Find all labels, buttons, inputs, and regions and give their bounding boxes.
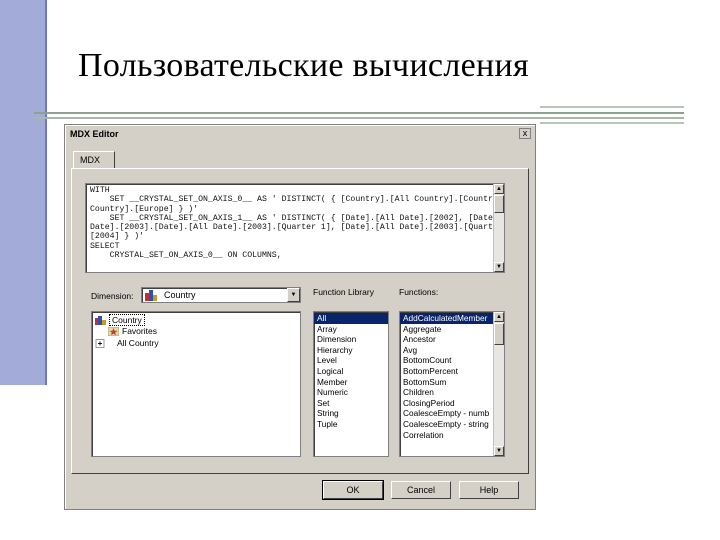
dialog-titlebar: MDX Editor x — [67, 127, 533, 141]
function-library-item[interactable]: Dimension — [314, 334, 388, 345]
function-item[interactable]: BottomSum — [400, 377, 494, 388]
function-library-item[interactable]: Logical — [314, 366, 388, 377]
tab-mdx[interactable]: MDX — [73, 151, 115, 169]
function-library-item[interactable]: Hierarchy — [314, 345, 388, 356]
function-library-item[interactable]: Numeric — [314, 387, 388, 398]
mdx-query-editor[interactable]: WITH SET __CRYSTAL_SET_ON_AXIS_0__ AS ' … — [85, 183, 505, 273]
tree-node-label: All Country — [117, 338, 159, 348]
dimension-label: Dimension: — [91, 291, 134, 301]
slide-title: Пользовательские вычисления — [78, 47, 529, 84]
scroll-up-icon[interactable]: ▲ — [494, 184, 504, 194]
functions-label: Functions: — [399, 287, 439, 297]
scroll-down-icon[interactable]: ▼ — [494, 446, 504, 456]
editor-line[interactable]: SET __CRYSTAL_SET_ON_AXIS_0__ AS ' DISTI… — [90, 195, 504, 204]
ok-button[interactable]: OK — [322, 480, 384, 500]
function-item[interactable]: BottomCount — [400, 355, 494, 366]
dimension-cube-icon — [145, 290, 157, 301]
function-item[interactable]: Children — [400, 387, 494, 398]
cancel-button[interactable]: Cancel — [391, 481, 451, 499]
function-item[interactable]: CoalesceEmpty - string — [400, 419, 494, 430]
tree-node-favorites[interactable]: Favorites — [108, 326, 157, 336]
mdx-editor-dialog: MDX Editor x MDX WITH SET __CRYSTAL_SET_… — [64, 124, 536, 510]
scroll-down-icon[interactable]: ▼ — [494, 262, 504, 272]
function-item[interactable]: AddCalculatedMember — [400, 313, 494, 324]
editor-line[interactable]: CRYSTAL_SET_ON_AXIS_0__ ON COLUMNS, — [90, 251, 490, 260]
tree-node-label: Country — [109, 314, 145, 326]
function-library-item[interactable]: Array — [314, 324, 388, 335]
function-item[interactable]: Ancestor — [400, 334, 494, 345]
favorites-star-icon — [108, 326, 119, 336]
function-library-item[interactable]: Member — [314, 377, 388, 388]
scroll-thumb[interactable] — [494, 195, 504, 213]
slide-side-bar — [0, 0, 47, 385]
rule-accent — [540, 106, 684, 124]
mdx-query-text[interactable]: WITH SET __CRYSTAL_SET_ON_AXIS_0__ AS ' … — [90, 186, 504, 260]
function-library-item[interactable]: String — [314, 408, 388, 419]
scroll-thumb[interactable] — [494, 323, 504, 345]
scroll-up-icon[interactable]: ▲ — [494, 312, 504, 322]
dimension-tree[interactable]: Country Favorites All Country — [91, 311, 301, 457]
function-library-list[interactable]: All Array Dimension Hierarchy Level Logical Me… — [313, 311, 389, 457]
editor-line[interactable]: Date].[2003].[Date].[All Date].[2003].[Q… — [90, 223, 503, 232]
function-item[interactable]: ClosingPeriod — [400, 398, 494, 409]
expand-plus-icon[interactable] — [95, 338, 106, 348]
functions-list[interactable]: AddCalculatedMember Aggregate Ancestor Avg B… — [399, 311, 505, 457]
close-button[interactable]: x — [519, 128, 531, 139]
dimension-select[interactable]: Country ▼ — [141, 287, 301, 303]
tree-node-country[interactable]: Country — [95, 314, 145, 326]
editor-line[interactable]: SET __CRYSTAL_SET_ON_AXIS_1__ AS ' DISTI… — [90, 214, 504, 223]
dimension-cube-icon — [95, 315, 106, 325]
function-library-item[interactable]: Set — [314, 398, 388, 409]
tree-node-label: Favorites — [122, 326, 157, 336]
editor-scrollbar[interactable]: ▲ ▼ — [493, 184, 504, 272]
function-library-item[interactable]: Level — [314, 355, 388, 366]
tree-node-all-country[interactable]: All Country — [95, 338, 159, 348]
function-library-item[interactable]: Tuple — [314, 419, 388, 430]
functions-scrollbar[interactable]: ▲ ▼ — [493, 312, 504, 456]
dimension-select-value: Country — [164, 290, 196, 300]
function-item[interactable]: Avg — [400, 345, 494, 356]
editor-line[interactable]: [2004] } )' — [90, 232, 490, 241]
help-button[interactable]: Help — [459, 481, 519, 499]
editor-line[interactable]: WITH — [90, 186, 490, 195]
dialog-title: MDX Editor — [70, 129, 119, 139]
editor-line[interactable]: Country].[Europe] } )' — [90, 205, 490, 214]
function-item[interactable]: Aggregate — [400, 324, 494, 335]
function-library-item[interactable]: All — [314, 313, 388, 324]
function-item[interactable]: BottomPercent — [400, 366, 494, 377]
function-item[interactable]: Correlation — [400, 430, 494, 441]
function-item[interactable]: CoalesceEmpty - numb — [400, 408, 494, 419]
function-library-label: Function Library — [313, 287, 374, 297]
editor-line[interactable]: SELECT — [90, 242, 490, 251]
chevron-down-icon[interactable]: ▼ — [287, 288, 300, 302]
